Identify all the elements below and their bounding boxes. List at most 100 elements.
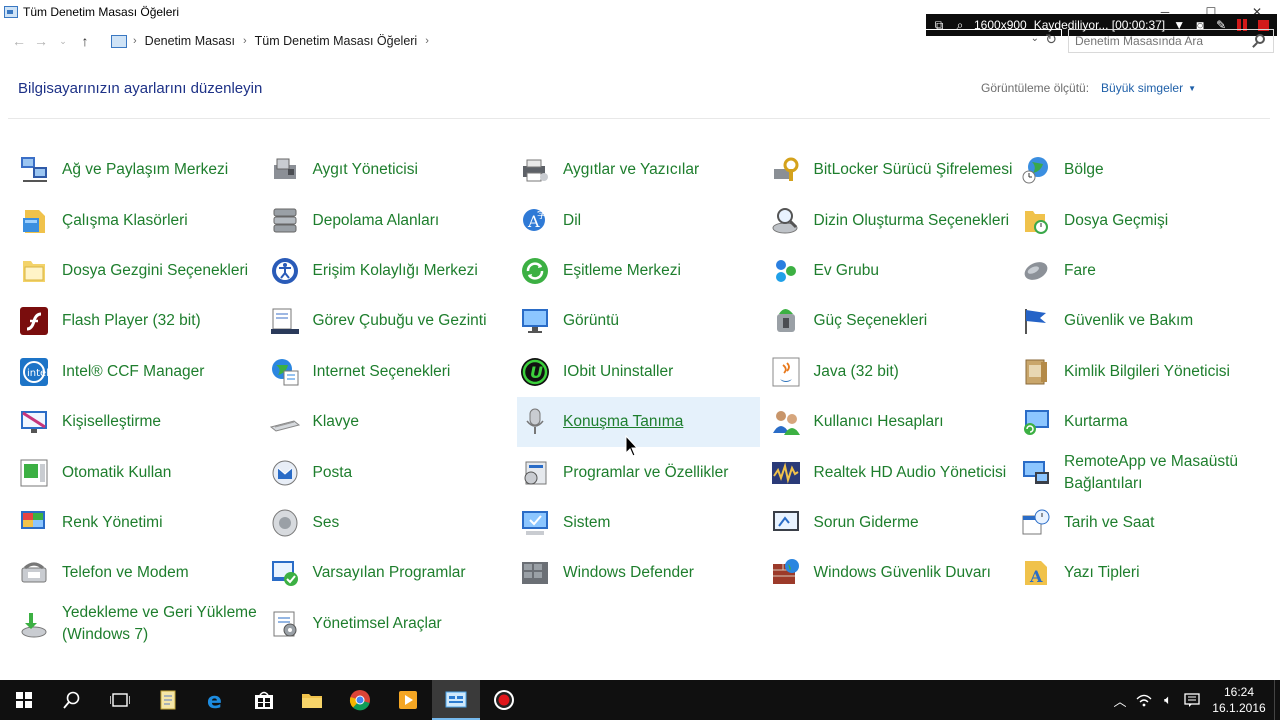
svg-text:e: e: [207, 689, 222, 711]
item-tarih-ve-saat[interactable]: Tarih ve Saat: [1018, 498, 1269, 548]
item-yedekleme-ve-geri-yukleme-windows-7[interactable]: Yedekleme ve Geri Yükleme (Windows 7): [16, 599, 267, 649]
wifi-icon[interactable]: [1132, 693, 1156, 707]
item-iobit-uninstaller[interactable]: U IObit Uninstaller: [517, 347, 768, 397]
taskbar-edge[interactable]: e: [192, 680, 240, 720]
view-by: Görüntüleme ölçütü: Büyük simgeler ▼: [981, 81, 1196, 95]
taskbar-media[interactable]: [384, 680, 432, 720]
item-windows-defender[interactable]: Windows Defender: [517, 548, 768, 598]
item-esitleme-merkezi[interactable]: Eşitleme Merkezi: [517, 246, 768, 296]
item-kurtarma[interactable]: Kurtarma: [1018, 397, 1269, 447]
notification-icon[interactable]: [1180, 693, 1204, 707]
back-arrow-icon[interactable]: ←: [8, 30, 30, 52]
item-label: Görüntü: [563, 312, 620, 330]
item-aygit-yoneticisi[interactable]: Aygıt Yöneticisi: [267, 145, 518, 195]
item-realtek-hd-audio-yoneticisi[interactable]: Realtek HD Audio Yöneticisi: [768, 447, 1019, 497]
show-desktop-button[interactable]: [1274, 680, 1280, 720]
item-posta[interactable]: Posta: [267, 447, 518, 497]
clock[interactable]: 16:24 16.1.2016: [1204, 684, 1274, 716]
item-ses[interactable]: Ses: [267, 498, 518, 548]
chevron-right-icon[interactable]: ›: [133, 35, 137, 47]
item-java-32-bit[interactable]: Java (32 bit): [768, 347, 1019, 397]
media-icon: [399, 691, 417, 709]
item-kisisellestirme[interactable]: Kişiselleştirme: [16, 397, 267, 447]
item-yazi-tipleri[interactable]: A Yazı Tipleri: [1018, 548, 1269, 598]
item-programlar-ve-ozellikler[interactable]: Programlar ve Özellikler: [517, 447, 768, 497]
realtek-icon: [770, 457, 802, 489]
folder-options-icon: [18, 255, 50, 287]
chrome-icon: [349, 690, 370, 711]
item-gorev-cubugu-ve-gezinti[interactable]: Görev Çubuğu ve Gezinti: [267, 296, 518, 346]
item-dil[interactable]: A 字 Dil: [517, 195, 768, 245]
taskbar-chrome[interactable]: [336, 680, 384, 720]
taskbar-control-panel[interactable]: [432, 680, 480, 720]
search-box[interactable]: [1068, 29, 1274, 53]
bitlocker-icon: [770, 154, 802, 186]
item-telefon-ve-modem[interactable]: Telefon ve Modem: [16, 548, 267, 598]
chevron-down-icon[interactable]: ⌄: [1031, 33, 1039, 44]
item-dosya-gezgini-secenekleri[interactable]: Dosya Gezgini Seçenekleri: [16, 246, 267, 296]
item-bitlocker-surucu-sifrelemesi[interactable]: BitLocker Sürücü Şifrelemesi: [768, 145, 1019, 195]
taskbar-search-button[interactable]: [48, 680, 96, 720]
window-title: Tüm Denetim Masası Öğeleri: [23, 5, 180, 19]
speaker-icon: [269, 507, 301, 539]
search-icon: [63, 691, 80, 709]
item-klavye[interactable]: Klavye: [267, 397, 518, 447]
view-by-dropdown[interactable]: Büyük simgeler: [1101, 81, 1183, 95]
item-kullanici-hesaplari[interactable]: Kullanıcı Hesapları: [768, 397, 1019, 447]
chevron-up-icon[interactable]: ︿: [1108, 691, 1132, 710]
item-otomatik-kullan[interactable]: Otomatik Kullan: [16, 447, 267, 497]
item-aygitlar-ve-yazicilar[interactable]: Aygıtlar ve Yazıcılar: [517, 145, 768, 195]
taskbar-recorder[interactable]: [480, 680, 528, 720]
item-internet-secenekleri[interactable]: Internet Seçenekleri: [267, 347, 518, 397]
item-varsayilan-programlar[interactable]: Varsayılan Programlar: [267, 548, 518, 598]
item-intel-ccf-manager[interactable]: intel Intel® CCF Manager: [16, 347, 267, 397]
start-button[interactable]: [0, 680, 48, 720]
item-label: BitLocker Sürücü Şifrelemesi: [813, 161, 1013, 179]
personalization-icon: [18, 406, 50, 438]
item-fare[interactable]: Fare: [1018, 246, 1269, 296]
caret-down-icon[interactable]: ▼: [1188, 84, 1196, 93]
taskbar-store[interactable]: [240, 680, 288, 720]
breadcrumb-item[interactable]: Tüm Denetim Masası Öğeleri: [255, 34, 418, 48]
item-ev-grubu[interactable]: Ev Grubu: [768, 246, 1019, 296]
item-guvenlik-ve-bakim[interactable]: Güvenlik ve Bakım: [1018, 296, 1269, 346]
item-remoteapp-ve-masaustu-baglantilari[interactable]: RemoteApp ve Masaüstü Bağlantıları: [1018, 447, 1269, 497]
control-panel-icon: [111, 34, 127, 48]
taskbar-explorer[interactable]: [288, 680, 336, 720]
search-input[interactable]: [1075, 34, 1245, 48]
item-windows-guvenlik-duvari[interactable]: Windows Güvenlik Duvarı: [768, 548, 1019, 598]
item-dosya-gecmisi[interactable]: Dosya Geçmişi: [1018, 195, 1269, 245]
item-sistem[interactable]: Sistem: [517, 498, 768, 548]
taskbar-notepad[interactable]: [144, 680, 192, 720]
item-calisma-klasorleri[interactable]: Çalışma Klasörleri: [16, 195, 267, 245]
item-sorun-giderme[interactable]: Sorun Giderme: [768, 498, 1019, 548]
item-guc-secenekleri[interactable]: Güç Seçenekleri: [768, 296, 1019, 346]
item-yonetimsel-araclar[interactable]: Yönetimsel Araçlar: [267, 599, 518, 649]
work-folders-icon: [18, 205, 50, 237]
search-icon[interactable]: [1255, 34, 1265, 44]
item-kimlik-bilgileri-yoneticisi[interactable]: Kimlik Bilgileri Yöneticisi: [1018, 347, 1269, 397]
item-flash-player-32-bit[interactable]: Flash Player (32 bit): [16, 296, 267, 346]
forward-arrow-icon[interactable]: →: [30, 30, 52, 52]
item-bolge[interactable]: Bölge: [1018, 145, 1269, 195]
refresh-icon[interactable]: ↻: [1045, 31, 1057, 48]
item-goruntu[interactable]: Görüntü: [517, 296, 768, 346]
breadcrumb[interactable]: › Denetim Masası › Tüm Denetim Masası Öğ…: [106, 29, 1062, 53]
system-icon: [519, 507, 551, 539]
item-erisim-kolayligi-merkezi[interactable]: Erişim Kolaylığı Merkezi: [267, 246, 518, 296]
item-depolama-alanlari[interactable]: Depolama Alanları: [267, 195, 518, 245]
chevron-right-icon[interactable]: ›: [425, 35, 429, 47]
volume-icon[interactable]: 🔈︎: [1156, 692, 1180, 708]
default-programs-icon: [269, 557, 301, 589]
page-title: Bilgisayarınızın ayarlarını düzenleyin: [18, 80, 263, 97]
task-view-button[interactable]: [96, 680, 144, 720]
calendar-clock-icon: [1020, 507, 1052, 539]
item-renk-yonetimi[interactable]: Renk Yönetimi: [16, 498, 267, 548]
up-arrow-icon[interactable]: ↑: [74, 30, 96, 52]
item-dizin-olusturma-secenekleri[interactable]: Dizin Oluşturma Seçenekleri: [768, 195, 1019, 245]
recent-chevron-icon[interactable]: ⌄: [52, 30, 74, 52]
chevron-right-icon[interactable]: ›: [243, 35, 247, 47]
item-ag-ve-paylasim-merkezi[interactable]: Ağ ve Paylaşım Merkezi: [16, 145, 267, 195]
breadcrumb-item[interactable]: Denetim Masası: [145, 34, 235, 48]
control-panel-icon: [445, 691, 467, 708]
